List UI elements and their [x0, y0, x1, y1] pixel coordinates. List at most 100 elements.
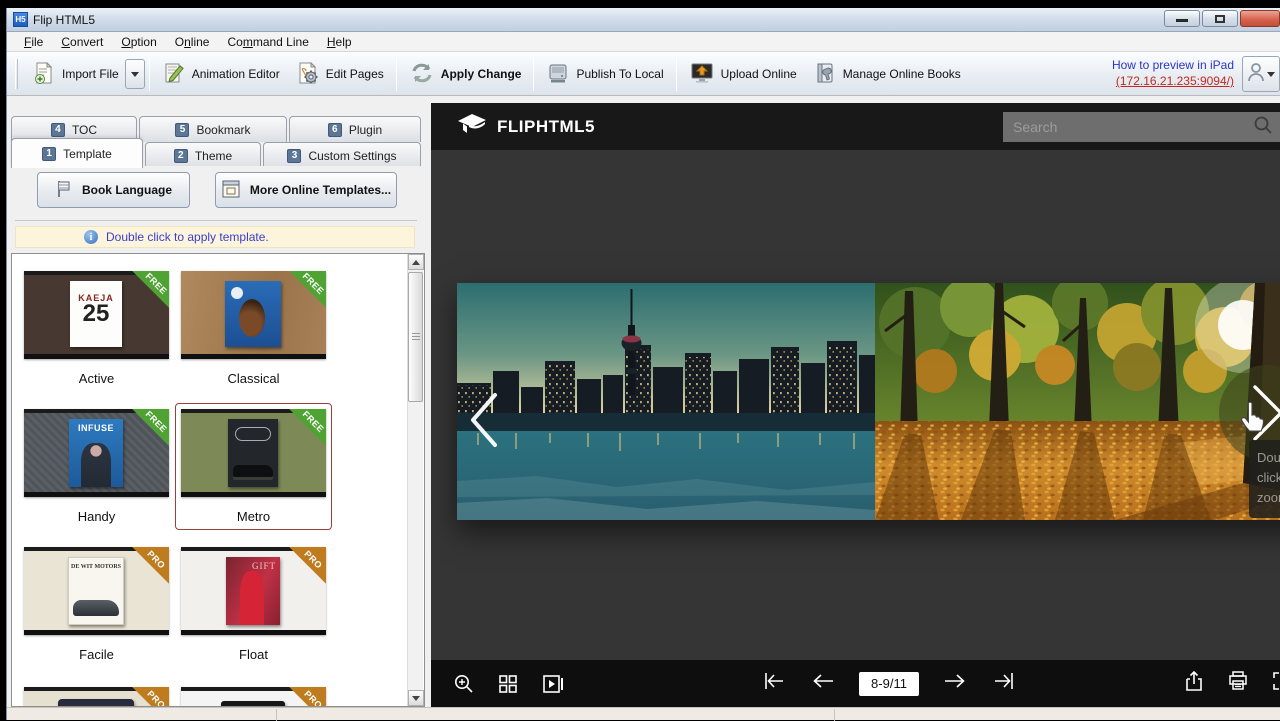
- tab-custom-settings[interactable]: 3 Custom Settings: [263, 142, 421, 168]
- tab-template[interactable]: 1 Template: [11, 138, 143, 168]
- template-float-thumbnail[interactable]: GIFT PRO: [181, 547, 326, 635]
- zoom-tooltip: Double click to zoom in.: [1249, 440, 1280, 518]
- thumbnails-icon[interactable]: [497, 673, 519, 695]
- tab-label: Theme: [195, 149, 232, 163]
- language-flag-icon: [55, 179, 73, 202]
- template-handy-thumbnail[interactable]: INFUSE FREE: [24, 409, 169, 497]
- template-name: Active: [24, 371, 169, 386]
- zoom-in-icon[interactable]: [453, 673, 475, 695]
- template-active-thumbnail[interactable]: KAEJA 25 FREE: [24, 271, 169, 359]
- template-classical-thumbnail[interactable]: FREE: [181, 271, 326, 359]
- menu-convert[interactable]: Convert: [52, 33, 112, 51]
- template-facile-thumbnail[interactable]: DE WIT MOTORS PRO: [24, 547, 169, 635]
- tab-bookmark[interactable]: 5 Bookmark: [139, 116, 287, 142]
- pro-badge: PRO: [289, 687, 326, 707]
- template-float[interactable]: GIFT PRO Float: [181, 547, 326, 662]
- scrollbar-thumb[interactable]: [408, 272, 423, 402]
- book-language-button[interactable]: Book Language: [37, 172, 190, 208]
- template-metro-thumbnail[interactable]: FREE: [181, 409, 326, 497]
- account-button[interactable]: [1242, 56, 1280, 92]
- toolbar-separator: [149, 57, 150, 91]
- template-classical[interactable]: FREE Classical: [181, 271, 326, 386]
- previous-page-arrow[interactable]: [465, 390, 503, 455]
- template-thumbnail[interactable]: PRO: [24, 687, 169, 707]
- page-indicator[interactable]: 8-9/11: [859, 672, 919, 696]
- edit-pages-icon: [296, 61, 320, 88]
- template-handy[interactable]: INFUSE FREE Handy: [24, 409, 169, 524]
- fliphtml5-logo-icon: [455, 111, 489, 142]
- template-name: Handy: [24, 509, 169, 524]
- scroll-down-button[interactable]: [408, 690, 424, 706]
- template-metro-selected[interactable]: FREE Metro: [181, 409, 326, 524]
- menu-command-line[interactable]: Command Line: [218, 33, 317, 51]
- edit-pages-label: Edit Pages: [326, 67, 384, 81]
- template-thumbnail[interactable]: PRO: [181, 687, 326, 707]
- template-name: Facile: [24, 647, 169, 662]
- search-box[interactable]: [1003, 112, 1280, 142]
- scroll-up-button[interactable]: [408, 254, 424, 270]
- template-list: KAEJA 25 FREE Active FREE Classical: [11, 253, 425, 707]
- free-badge: FREE: [132, 271, 169, 308]
- tab-theme[interactable]: 2 Theme: [145, 142, 261, 168]
- edit-pages-button[interactable]: Edit Pages: [288, 56, 392, 93]
- last-page-icon[interactable]: [991, 671, 1017, 696]
- publish-to-local-label: Publish To Local: [576, 67, 663, 81]
- tab-plugin[interactable]: 6 Plugin: [289, 116, 421, 142]
- fullscreen-icon[interactable]: [1271, 670, 1280, 697]
- toolbar-separator: [396, 57, 397, 91]
- menu-option[interactable]: Option: [112, 33, 165, 51]
- template-active[interactable]: KAEJA 25 FREE Active: [24, 271, 169, 386]
- import-file-label: Import File: [62, 67, 119, 81]
- share-icon[interactable]: [1183, 670, 1205, 697]
- close-button[interactable]: [1240, 10, 1280, 27]
- next-page-icon[interactable]: [943, 671, 967, 696]
- ipad-preview-link[interactable]: How to preview in iPad (172.16.21.235:90…: [1112, 58, 1234, 89]
- animation-editor-button[interactable]: Animation Editor: [154, 56, 288, 93]
- mouse-cursor: [1237, 402, 1267, 439]
- maximize-button[interactable]: [1202, 10, 1238, 27]
- cover-title: DE WIT MOTORS: [69, 564, 123, 570]
- previous-page-icon[interactable]: [811, 671, 835, 696]
- main-toolbar: Import File Animation Editor Edit Pages …: [7, 52, 1280, 96]
- template-name: Metro: [181, 509, 326, 524]
- screen-frame: H5 Flip HTML5 File Convert Option Online…: [0, 0, 1280, 720]
- template-partial-2[interactable]: PRO: [181, 687, 326, 707]
- autoflip-icon[interactable]: [541, 673, 565, 695]
- publish-to-local-button[interactable]: Publish To Local: [538, 56, 671, 93]
- flipbook-left-page[interactable]: [457, 283, 875, 520]
- animation-editor-icon: [162, 61, 186, 88]
- search-icon[interactable]: [1253, 115, 1273, 140]
- cover-number: 25: [70, 303, 122, 325]
- manage-online-books-label: Manage Online Books: [843, 67, 961, 81]
- first-page-icon[interactable]: [761, 671, 787, 696]
- preview-toolbar: 8-9/11: [431, 660, 1280, 707]
- print-icon[interactable]: [1227, 670, 1249, 697]
- menu-file[interactable]: File: [15, 33, 52, 51]
- triangle-up-icon: [412, 260, 420, 265]
- template-facile[interactable]: DE WIT MOTORS PRO Facile: [24, 547, 169, 662]
- upload-online-label: Upload Online: [721, 67, 797, 81]
- template-partial-1[interactable]: PRO: [24, 687, 169, 707]
- upload-online-button[interactable]: Upload Online: [681, 56, 805, 93]
- brand: FLIPHTML5: [455, 111, 595, 142]
- import-file-dropdown[interactable]: [125, 59, 145, 89]
- manage-online-books-button[interactable]: Manage Online Books: [805, 56, 969, 93]
- search-input[interactable]: [1003, 119, 1253, 135]
- hint-text: Double click to apply template.: [106, 230, 269, 244]
- import-file-icon: [32, 61, 56, 88]
- menu-help[interactable]: Help: [318, 33, 361, 51]
- animation-editor-label: Animation Editor: [192, 67, 280, 81]
- menu-online[interactable]: Online: [166, 33, 219, 51]
- apply-change-button[interactable]: Apply Change: [401, 56, 530, 93]
- tab-label: Custom Settings: [308, 149, 396, 163]
- import-file-button[interactable]: Import File: [24, 56, 127, 93]
- more-online-templates-button[interactable]: More Online Templates...: [215, 172, 397, 208]
- minimize-button[interactable]: [1164, 10, 1200, 27]
- title-bar: H5 Flip HTML5: [7, 8, 1280, 32]
- tab-label: Plugin: [349, 123, 382, 137]
- toolbar-separator: [676, 57, 677, 91]
- book-language-label: Book Language: [82, 183, 172, 197]
- ipad-link-text[interactable]: How to preview in iPad: [1112, 58, 1234, 74]
- ipad-link-url[interactable]: (172.16.21.235:9094/): [1112, 74, 1234, 90]
- template-list-scrollbar[interactable]: [407, 254, 423, 706]
